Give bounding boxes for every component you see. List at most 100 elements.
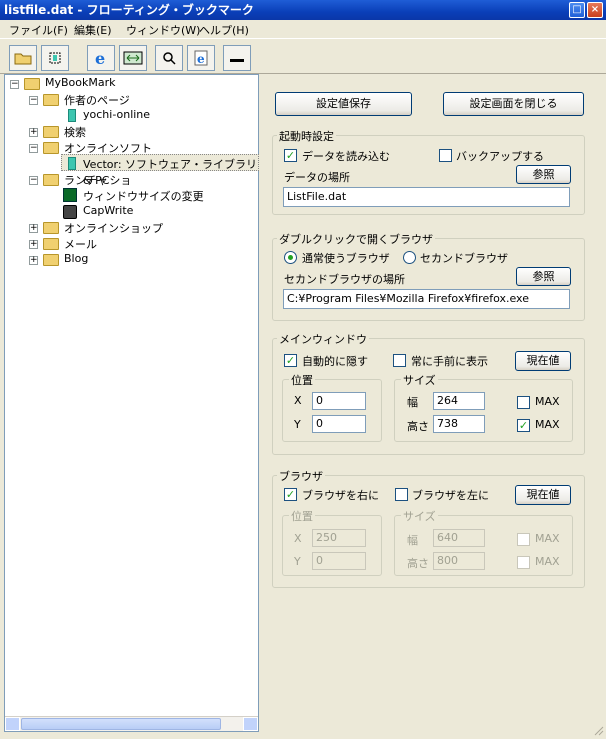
search-icon[interactable] (155, 45, 183, 71)
tree-item-window-size[interactable]: ウィンドウサイズの変更 (83, 188, 204, 204)
svg-text:e: e (197, 52, 205, 66)
expand-toggle[interactable]: + (29, 240, 38, 249)
expand-toggle[interactable]: + (29, 128, 38, 137)
resize-grip-icon[interactable] (594, 726, 604, 736)
main-width-max-checkbox[interactable] (517, 396, 530, 409)
open-folder-icon[interactable] (9, 45, 37, 71)
browser-width-field[interactable]: 640 (433, 529, 485, 547)
tree-item-vector[interactable]: Vector: ソフトウェア・ライブラリ & PCショ (83, 156, 258, 188)
normal-browser-radio[interactable] (284, 251, 297, 264)
tree-item-author-page[interactable]: 作者のページ (64, 92, 130, 108)
main-current-value-button[interactable]: 現在値 (515, 351, 571, 371)
main-width-max-label: MAX (535, 395, 560, 408)
tree-item-yochi-online[interactable]: yochi-online (83, 108, 150, 121)
main-height-field[interactable]: 738 (433, 415, 485, 433)
browser-y-field[interactable]: 0 (312, 552, 366, 570)
select-frame-icon[interactable] (41, 45, 69, 71)
second-browser-radio[interactable] (403, 251, 416, 264)
main-y-field[interactable]: 0 (312, 415, 366, 433)
browser-size-legend: サイズ (401, 508, 438, 524)
main-x-label: X (294, 394, 302, 407)
tree-root-label[interactable]: MyBookMark (45, 76, 116, 89)
camera-icon (63, 205, 77, 219)
ie-browser-icon[interactable]: e (87, 45, 115, 71)
bookmark-tree[interactable]: − MyBookMark − 作者のページ yochi-online + 検索 … (4, 74, 259, 732)
minimize-bar-icon[interactable] (223, 45, 251, 71)
backup-checkbox[interactable] (439, 149, 452, 162)
main-window-legend: メインウィンドウ (277, 331, 369, 347)
tree-item-search[interactable]: 検索 (64, 124, 86, 140)
save-settings-button[interactable]: 設定値保存 (275, 92, 412, 116)
folder-icon (43, 174, 59, 186)
main-position-legend: 位置 (289, 372, 315, 388)
main-y-label: Y (294, 418, 301, 431)
auto-hide-label: 自動的に隠す (302, 355, 368, 368)
app-icon (63, 188, 77, 202)
data-path-field[interactable]: ListFile.dat (283, 187, 570, 207)
browser-y-label: Y (294, 555, 301, 568)
data-location-label: データの場所 (284, 171, 350, 184)
folder-icon (43, 238, 59, 250)
collapse-toggle[interactable]: − (10, 80, 19, 89)
browser-width-max-label: MAX (535, 532, 560, 545)
title-bar: listfile.dat - フローティング・ブックマーク (0, 0, 606, 20)
collapse-toggle[interactable]: − (29, 176, 38, 185)
menu-help[interactable]: ヘルプ(H) (199, 22, 249, 38)
svg-text:e: e (95, 49, 105, 67)
folder-icon (43, 94, 59, 106)
menu-bar: ファイル(F) 編集(E) ウィンドウ(W) ヘルプ(H) (0, 20, 606, 39)
scroll-thumb[interactable] (21, 718, 221, 730)
startup-legend: 起動時設定 (277, 128, 336, 144)
ie-page-icon[interactable]: e (187, 45, 215, 71)
tree-item-online-shop[interactable]: オンラインショップ (64, 220, 163, 236)
menu-file[interactable]: ファイル(F) (9, 22, 68, 38)
browser-height-field[interactable]: 800 (433, 552, 485, 570)
browser-x-field[interactable]: 250 (312, 529, 366, 547)
tree-item-capwrite[interactable]: CapWrite (83, 204, 133, 217)
collapse-toggle[interactable]: − (29, 96, 38, 105)
browse-browser-button[interactable]: 参照 (516, 267, 571, 286)
browser-current-value-button[interactable]: 現在値 (515, 485, 571, 505)
dblclick-legend: ダブルクリックで開くブラウザ (277, 231, 435, 247)
main-height-max-checkbox[interactable]: ✓ (517, 419, 530, 432)
load-data-checkbox[interactable]: ✓ (284, 149, 297, 162)
main-x-field[interactable]: 0 (312, 392, 366, 410)
browser-width-max-checkbox[interactable] (517, 533, 530, 546)
browser-height-max-label: MAX (535, 555, 560, 568)
browser-x-label: X (294, 532, 302, 545)
folder-icon (43, 142, 59, 154)
browser-left-checkbox[interactable] (395, 488, 408, 501)
browser-width-label: 幅 (407, 534, 418, 547)
main-width-field[interactable]: 264 (433, 392, 485, 410)
browse-data-button[interactable]: 参照 (516, 165, 571, 184)
maximize-button[interactable]: □ (569, 2, 585, 18)
tree-item-launcher[interactable]: ランチャ (64, 172, 108, 188)
normal-browser-label: 通常使うブラウザ (302, 252, 390, 265)
folder-icon (24, 78, 40, 90)
close-button[interactable]: × (587, 2, 603, 18)
collapse-toggle[interactable]: − (29, 144, 38, 153)
close-settings-button[interactable]: 設定画面を閉じる (443, 92, 584, 116)
expand-toggle[interactable]: + (29, 256, 38, 265)
swap-arrows-icon[interactable] (119, 45, 147, 71)
browser-height-max-checkbox[interactable] (517, 556, 530, 569)
scroll-left-arrow-icon[interactable] (5, 717, 20, 731)
toolbar: e e (0, 40, 606, 74)
tree-item-mail[interactable]: メール (64, 236, 97, 252)
menu-window[interactable]: ウィンドウ(W) (126, 22, 200, 38)
folder-icon (43, 222, 59, 234)
auto-hide-checkbox[interactable]: ✓ (284, 354, 297, 367)
expand-toggle[interactable]: + (29, 224, 38, 233)
browser-right-checkbox[interactable]: ✓ (284, 488, 297, 501)
folder-icon (43, 126, 59, 138)
second-browser-location-label: セカンドブラウザの場所 (284, 273, 405, 286)
horizontal-scrollbar[interactable] (5, 716, 258, 731)
load-data-label: データを読み込む (302, 150, 390, 163)
menu-edit[interactable]: 編集(E) (74, 22, 112, 38)
always-front-label: 常に手前に表示 (411, 355, 488, 368)
browser-position-legend: 位置 (289, 508, 315, 524)
tree-item-blog[interactable]: Blog (64, 252, 88, 265)
always-front-checkbox[interactable] (393, 354, 406, 367)
scroll-right-arrow-icon[interactable] (243, 717, 258, 731)
second-browser-path-field[interactable]: C:¥Program Files¥Mozilla Firefox¥firefox… (283, 289, 570, 309)
